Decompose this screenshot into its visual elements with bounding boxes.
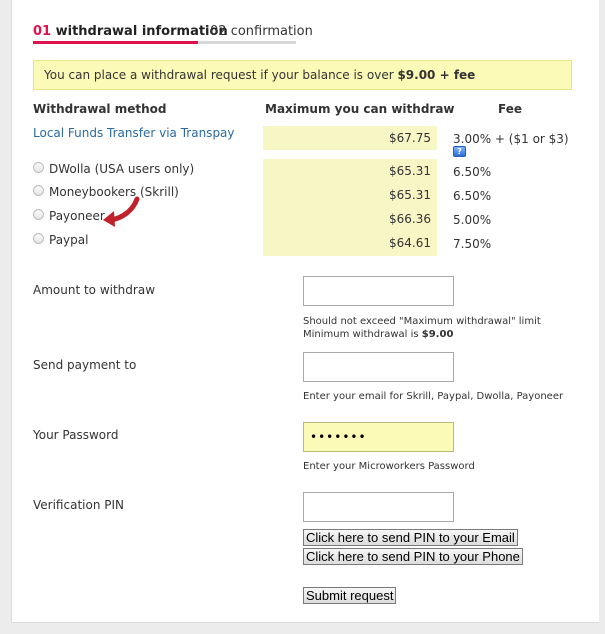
radio-moneybookers[interactable]: [33, 185, 44, 196]
tab-step-number: 01: [33, 24, 52, 39]
password-hint: Enter your Microworkers Password: [303, 461, 475, 472]
header-maximum: Maximum you can withdraw: [265, 102, 455, 116]
amount-hint-minimum: Minimum withdrawal is $9.00: [303, 328, 453, 341]
notice-amount: $9.00 + fee: [397, 68, 476, 82]
tab-withdrawal-information[interactable]: 01 withdrawal information: [33, 23, 228, 40]
max-dwolla: $65.31: [389, 164, 431, 178]
tab-confirmation[interactable]: 02 confirmation: [210, 23, 313, 40]
send-pin-phone-button[interactable]: Click here to send PIN to your Phone: [303, 548, 523, 565]
tab-label: confirmation: [230, 24, 313, 39]
max-moneybookers: $65.31: [389, 188, 431, 202]
fee-dwolla: 6.50%: [453, 165, 492, 179]
method-label-dwolla: DWolla (USA users only): [49, 162, 195, 176]
method-label-paypal: Paypal: [49, 233, 89, 247]
transpay-fee: 3.00% + ($1 or $3): [453, 132, 569, 146]
fee-moneybookers: 6.50%: [453, 189, 492, 203]
tab-label: withdrawal information: [55, 24, 228, 39]
amount-hint-minimum-value: $9.00: [421, 329, 454, 340]
send-to-input[interactable]: [303, 352, 454, 382]
radio-paypal[interactable]: [33, 233, 44, 244]
help-icon[interactable]: ?: [453, 146, 466, 157]
max-payoneer: $66.36: [389, 212, 431, 226]
header-fee: Fee: [498, 102, 522, 116]
transpay-link[interactable]: Local Funds Transfer via Transpay: [33, 126, 235, 140]
send-pin-email-button[interactable]: Click here to send PIN to your Email: [303, 529, 518, 546]
radio-dwolla[interactable]: [33, 162, 44, 173]
radio-payoneer[interactable]: [33, 209, 44, 220]
max-paypal: $64.61: [389, 236, 431, 250]
active-tab-underline: [33, 41, 198, 44]
pin-input[interactable]: [303, 492, 454, 522]
notice-text: You can place a withdrawal request if yo…: [44, 68, 398, 82]
tab-step-number: 02: [210, 24, 227, 39]
pin-label: Verification PIN: [33, 498, 124, 512]
balance-notice: You can place a withdrawal request if yo…: [33, 60, 572, 90]
page-edge: [599, 0, 605, 634]
amount-label: Amount to withdraw: [33, 283, 156, 297]
method-label-payoneer: Payoneer: [49, 209, 105, 223]
send-to-hint: Enter your email for Skrill, Paypal, Dwo…: [303, 391, 564, 402]
transpay-max: $67.75: [263, 126, 437, 150]
amount-input[interactable]: [303, 276, 454, 306]
password-input[interactable]: [303, 422, 454, 452]
withdrawal-card: 01 withdrawal information 02 confirmatio…: [11, 0, 600, 623]
amount-hint-minimum-text: Minimum withdrawal is: [303, 329, 422, 340]
send-to-label: Send payment to: [33, 358, 137, 372]
submit-button[interactable]: Submit request: [303, 587, 397, 604]
fee-paypal: 7.50%: [453, 237, 492, 251]
red-arrow-icon: [103, 196, 140, 227]
inactive-tab-underline: [198, 41, 296, 44]
password-label: Your Password: [33, 428, 119, 442]
fee-payoneer: 5.00%: [453, 213, 492, 227]
amount-hint-limit: Should not exceed "Maximum withdrawal" l…: [303, 316, 541, 327]
header-withdrawal-method: Withdrawal method: [33, 102, 167, 116]
